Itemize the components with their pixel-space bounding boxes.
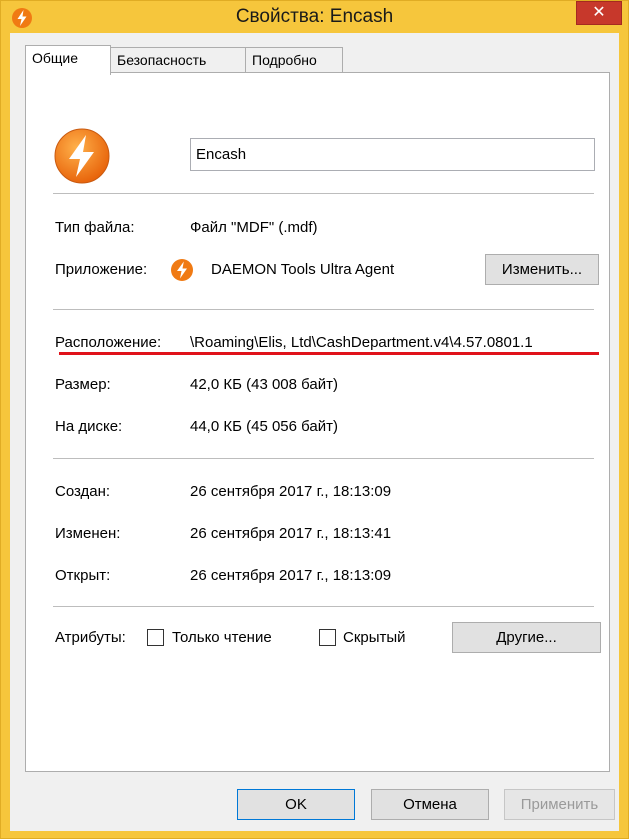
red-underline-annotation xyxy=(59,352,599,355)
attributes-label: Атрибуты: xyxy=(55,629,126,646)
ok-button[interactable]: OK xyxy=(237,789,355,820)
separator xyxy=(53,606,594,607)
size-label: Размер: xyxy=(55,376,111,393)
size-value: 42,0 КБ (43 008 байт) xyxy=(190,376,338,393)
disk-size-label: На диске: xyxy=(55,418,123,435)
tab-label: Подробно xyxy=(252,52,317,68)
tab-security[interactable]: Безопасность xyxy=(110,47,246,73)
hidden-label[interactable]: Скрытый xyxy=(343,629,406,646)
created-label: Создан: xyxy=(55,483,111,500)
separator xyxy=(53,193,594,194)
apply-button[interactable]: Применить xyxy=(504,789,615,820)
tab-general[interactable]: Общие xyxy=(25,45,111,75)
other-attributes-button[interactable]: Другие... xyxy=(452,622,601,653)
close-button[interactable]: ✕ xyxy=(576,1,622,25)
daemon-tools-icon xyxy=(171,259,193,281)
opened-value: 26 сентября 2017 г., 18:13:09 xyxy=(190,567,392,584)
file-name-input[interactable] xyxy=(190,138,595,171)
app-label: Приложение: xyxy=(55,261,148,278)
file-type-label: Тип файла: xyxy=(55,219,135,236)
daemon-tools-icon xyxy=(54,128,110,184)
file-type-value: Файл "MDF" (.mdf) xyxy=(190,219,318,236)
title-bar[interactable]: Свойства: Encash ✕ xyxy=(1,1,628,33)
readonly-label[interactable]: Только чтение xyxy=(172,629,272,646)
opened-label: Открыт: xyxy=(55,567,111,584)
app-value: DAEMON Tools Ultra Agent xyxy=(211,261,395,278)
location-label: Расположение: xyxy=(55,334,162,351)
separator xyxy=(53,458,594,459)
location-value: \Roaming\Elis, Ltd\CashDepartment.v4\4.5… xyxy=(190,334,533,351)
separator xyxy=(53,309,594,310)
window-title: Свойства: Encash xyxy=(235,6,394,27)
change-button[interactable]: Изменить... xyxy=(485,254,599,285)
tab-details[interactable]: Подробно xyxy=(245,47,343,73)
hidden-checkbox[interactable] xyxy=(319,629,336,646)
disk-size-value: 44,0 КБ (45 056 байт) xyxy=(190,418,338,435)
close-icon: ✕ xyxy=(592,4,606,21)
tab-label: Безопасность xyxy=(117,52,207,68)
tab-label: Общие xyxy=(32,50,79,66)
created-value: 26 сентября 2017 г., 18:13:09 xyxy=(190,483,392,500)
modified-value: 26 сентября 2017 г., 18:13:41 xyxy=(190,525,392,542)
modified-label: Изменен: xyxy=(55,525,121,542)
cancel-button[interactable]: Отмена xyxy=(371,789,489,820)
readonly-checkbox[interactable] xyxy=(147,629,164,646)
